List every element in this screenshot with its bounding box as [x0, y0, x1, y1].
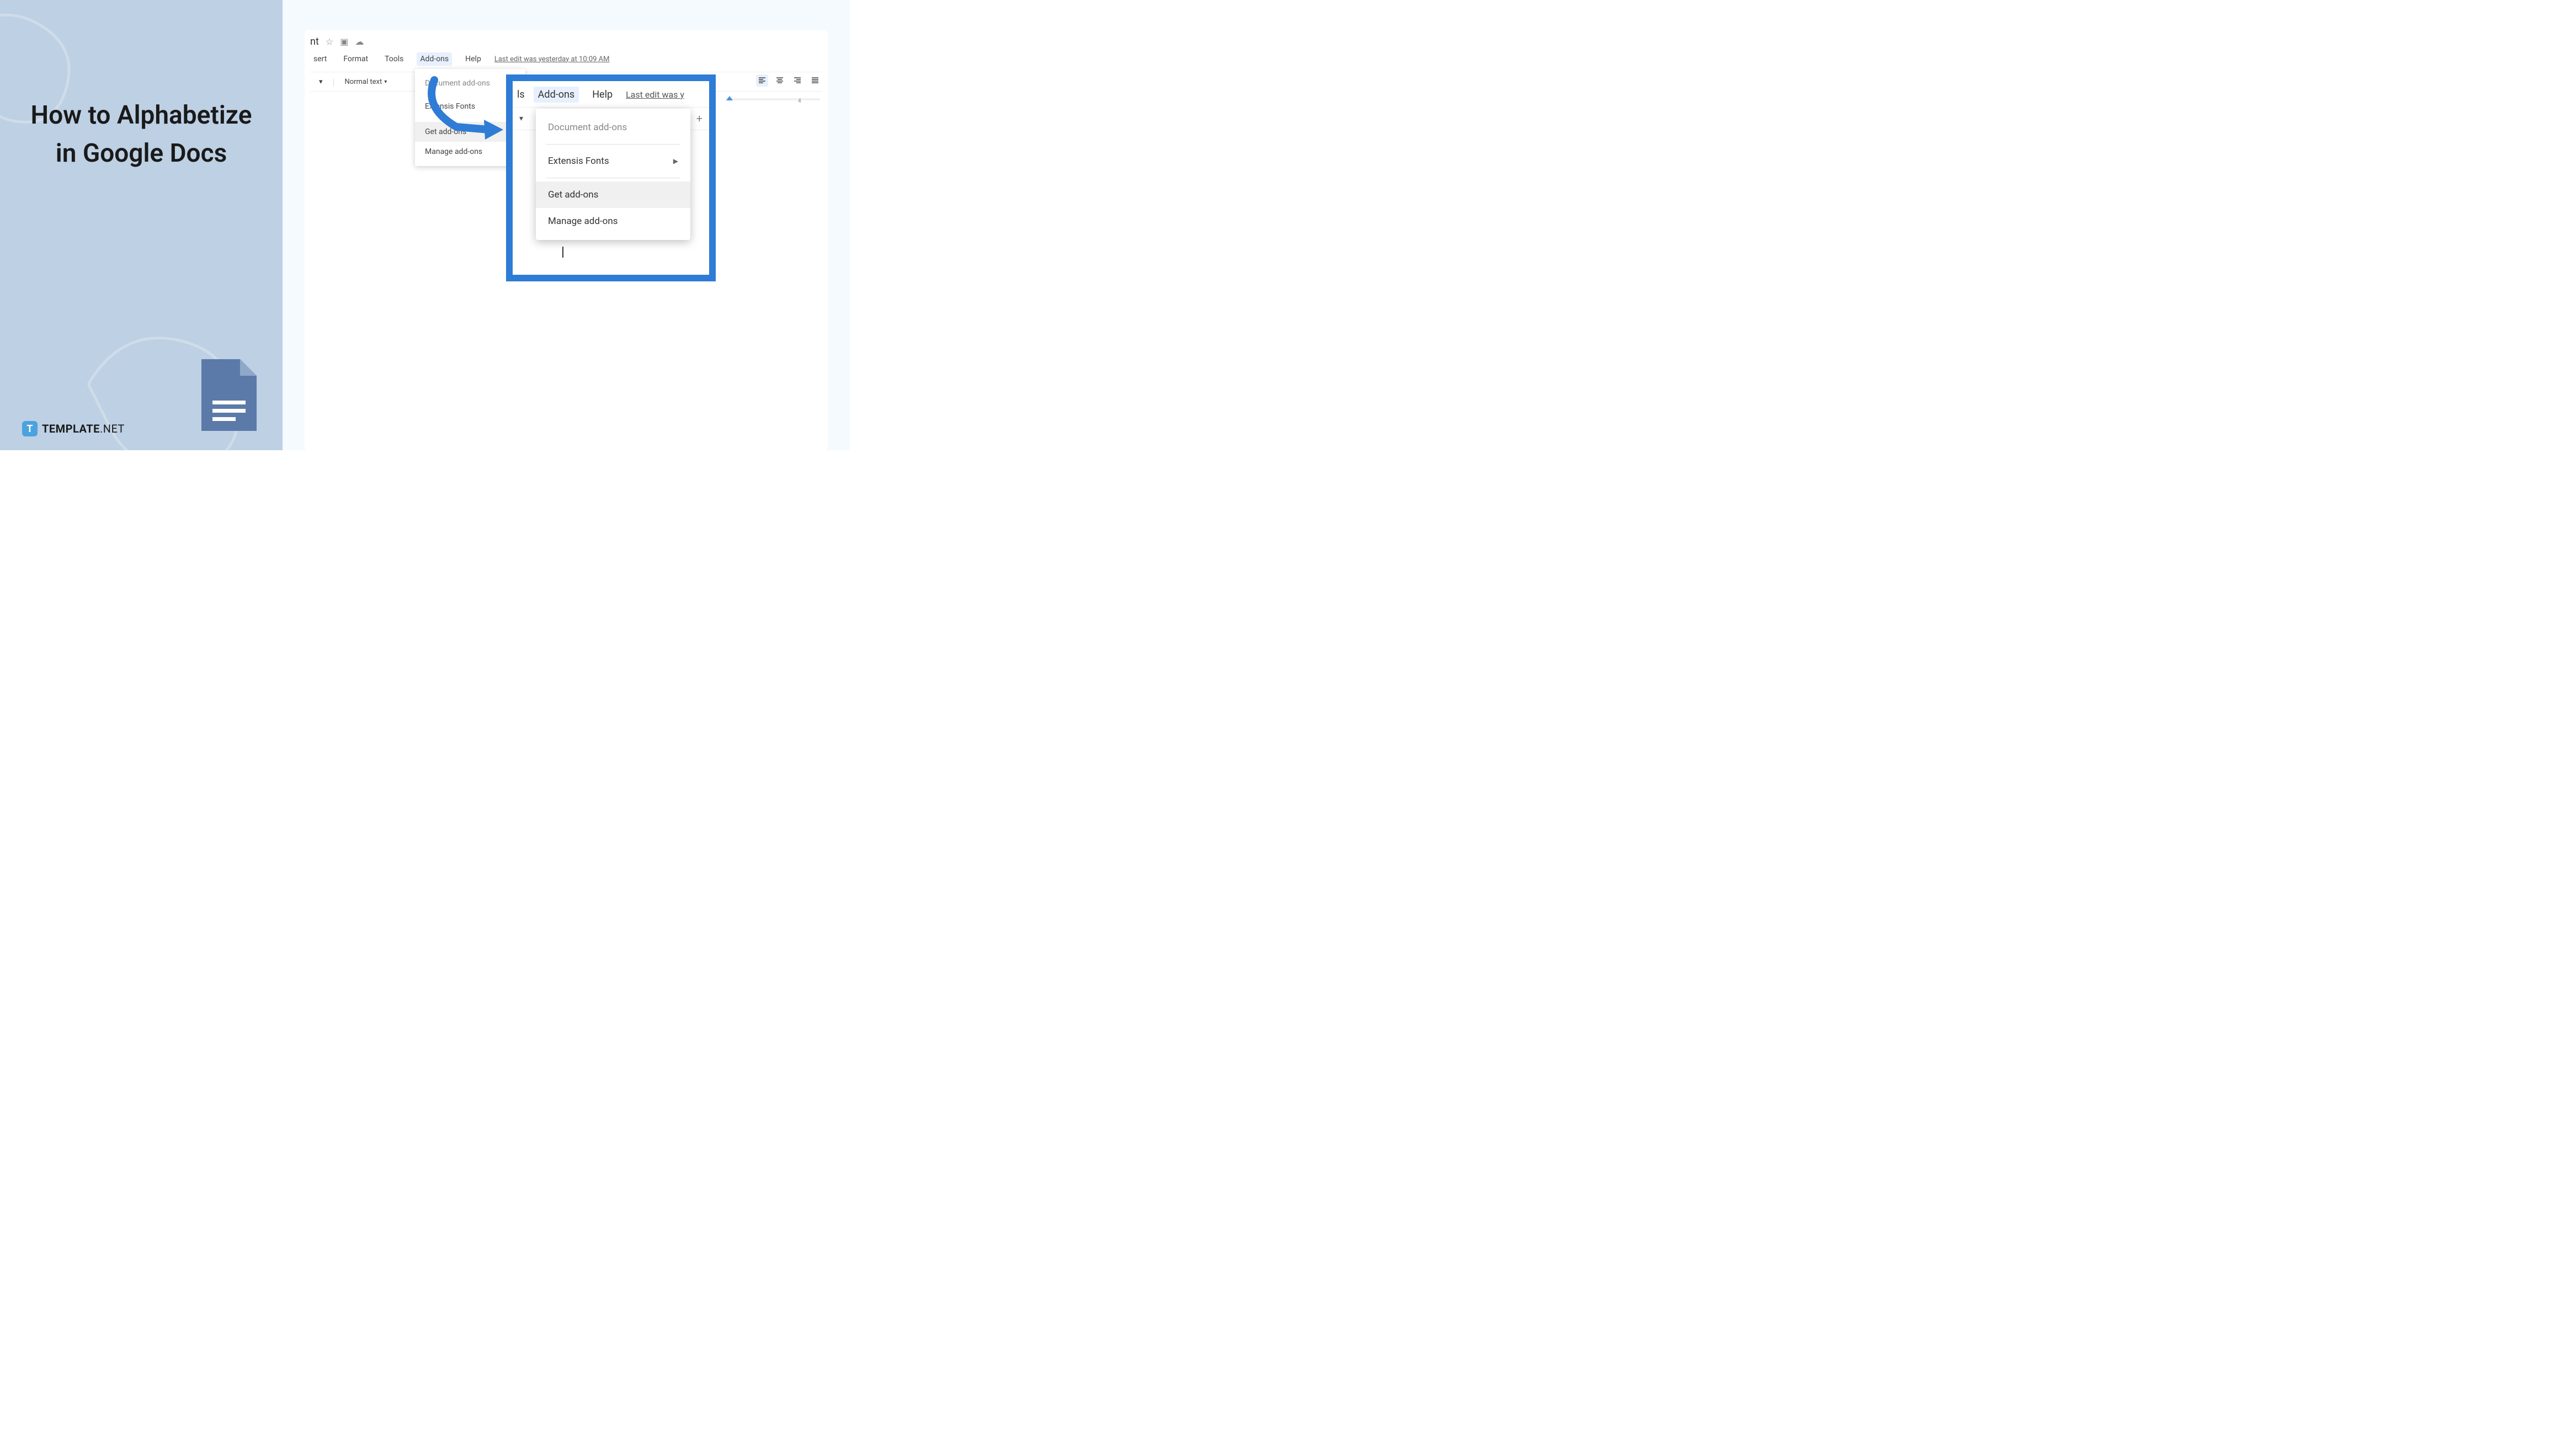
toolbar-dropdown-left[interactable]: ▾ — [315, 76, 327, 88]
doc-title-fragment: nt — [310, 36, 319, 47]
align-right-icon[interactable] — [791, 74, 803, 87]
inset-last-edit[interactable]: Last edit was y — [626, 89, 684, 100]
align-center-icon[interactable] — [774, 74, 786, 87]
text-cursor — [562, 247, 563, 258]
align-justify-icon[interactable] — [809, 74, 821, 87]
divider — [546, 144, 680, 145]
inset-dd-header: Document add-ons — [536, 114, 690, 141]
inset-menu-tools-frag[interactable]: ls — [517, 89, 525, 100]
inset-dd-extensis[interactable]: Extensis Fonts ▶ — [536, 148, 690, 174]
align-left-icon[interactable] — [756, 74, 768, 87]
logo-icon: T — [22, 421, 38, 436]
logo-text: TEMPLATE.NET — [42, 422, 125, 435]
submenu-arrow-icon: ▶ — [673, 157, 678, 165]
inset-plus-icon[interactable]: + — [696, 112, 702, 125]
menu-tools[interactable]: Tools — [381, 52, 407, 66]
inset-dd-get[interactable]: Get add-ons — [536, 182, 690, 208]
left-panel: How to Alphabetize in Google Docs T TEMP… — [0, 0, 283, 450]
inset-menu-bar: ls Add-ons Help Last edit was y — [513, 81, 709, 108]
svg-text:4: 4 — [798, 98, 801, 104]
google-docs-icon — [196, 354, 262, 436]
menu-insert[interactable]: sert — [310, 52, 330, 66]
inset-dd-manage[interactable]: Manage add-ons — [536, 208, 690, 234]
folder-icon[interactable]: ▣ — [340, 36, 348, 47]
star-icon[interactable]: ☆ — [326, 36, 333, 47]
menu-format[interactable]: Format — [340, 52, 371, 66]
brand-logo: T TEMPLATE.NET — [22, 421, 125, 436]
menu-addons[interactable]: Add-ons — [417, 52, 452, 66]
arrow-icon — [418, 74, 506, 141]
docs-title-row: nt ☆ ▣ ☁ — [310, 33, 822, 50]
ruler: 4 — [726, 95, 820, 104]
menu-bar: sert Format Tools Add-ons Help Last edit… — [310, 51, 822, 67]
inset-menu-addons[interactable]: Add-ons — [534, 87, 579, 103]
inset-zoom: ls Add-ons Help Last edit was y ▾ + Docu… — [506, 74, 716, 281]
toolbar-styles[interactable]: Normal text ▾ — [340, 76, 391, 88]
inset-caret-icon[interactable]: ▾ — [519, 114, 523, 123]
align-buttons — [756, 74, 821, 87]
inset-dropdown: Document add-ons Extensis Fonts ▶ Get ad… — [536, 109, 690, 240]
menu-help[interactable]: Help — [462, 52, 485, 66]
inset-menu-help[interactable]: Help — [588, 87, 617, 103]
last-edit-link[interactable]: Last edit was yesterday at 10:09 AM — [494, 55, 610, 63]
page-title: How to Alphabetize in Google Docs — [0, 97, 283, 173]
right-panel: nt ☆ ▣ ☁ sert Format Tools Add-ons Help … — [283, 0, 850, 450]
cloud-icon[interactable]: ☁ — [355, 36, 364, 47]
